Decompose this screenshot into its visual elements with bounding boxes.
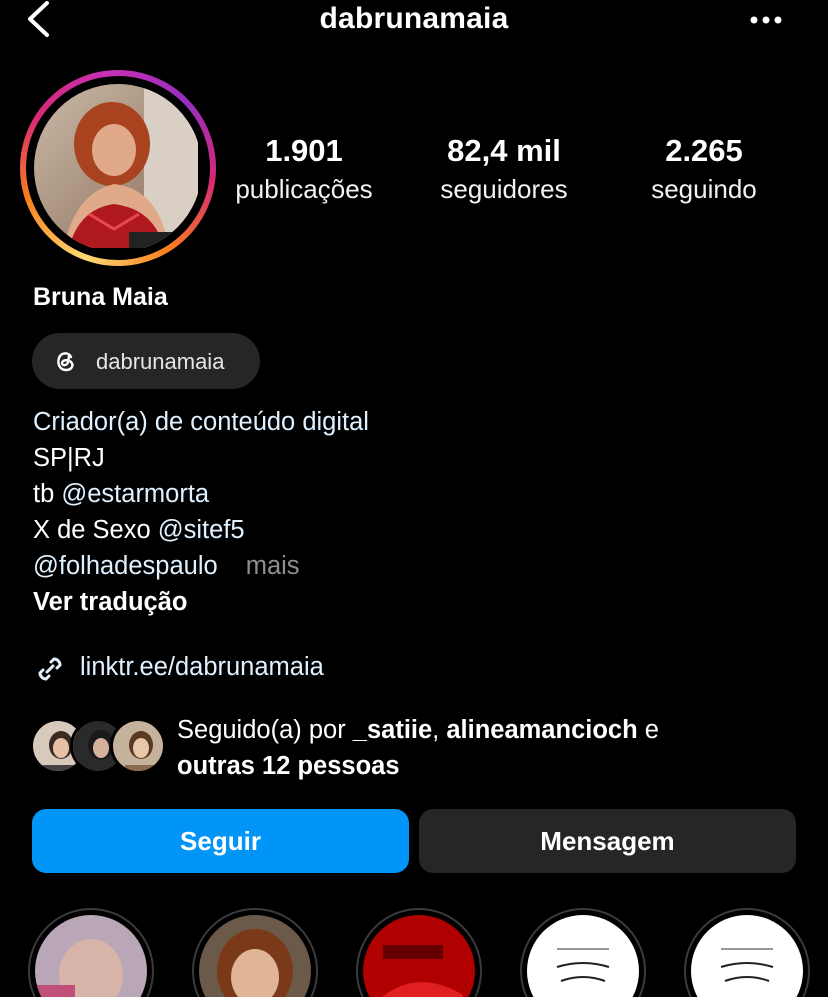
threads-badge[interactable]: dabrunamaia [32, 333, 260, 389]
bio-text: X de Sexo [33, 516, 158, 544]
posts-stat[interactable]: 1.901 publicações [214, 133, 394, 209]
mention-link-estarmorta[interactable]: @estarmorta [61, 480, 209, 508]
story-highlight[interactable] [192, 908, 318, 997]
bio-line-location: SP|RJ [33, 444, 105, 472]
profile-full-name: Bruna Maia [33, 283, 168, 311]
highlight-cover [199, 915, 311, 997]
bio-line-folha: @folhadespaulo mais [33, 548, 369, 584]
avatar [34, 84, 202, 252]
see-translation-link[interactable]: Ver tradução [33, 584, 369, 620]
bio-more-link[interactable]: mais [246, 552, 300, 580]
page-title: dabrunamaia [319, 2, 509, 35]
followed-by-prefix: Seguido(a) por [177, 716, 353, 744]
avatar-frame [26, 76, 210, 260]
mutual-others-count: outras 12 pessoas [177, 752, 400, 780]
followers-label: seguidores [440, 174, 568, 204]
highlight-cover [527, 915, 639, 997]
link-url: linktr.ee/dabrunamaia [80, 653, 324, 681]
highlight-cover [35, 915, 147, 997]
message-button[interactable]: Mensagem [419, 809, 796, 873]
mutual-user-2: alineamancioch [446, 716, 638, 744]
profile-bio: Criador(a) de conteúdo digital SP|RJ tb … [33, 404, 369, 620]
mention-link-folhadespaulo[interactable]: @folhadespaulo [33, 552, 218, 580]
mutual-followers[interactable]: Seguido(a) por _satiie, alineamancioch e… [30, 712, 810, 792]
top-bar: dabrunamaia [0, 0, 828, 44]
threads-icon [57, 352, 74, 372]
bio-category: Criador(a) de conteúdo digital [33, 408, 369, 436]
bio-text: tb [33, 480, 62, 508]
following-count: 2.265 [665, 133, 743, 168]
story-highlight[interactable] [520, 908, 646, 997]
more-horizontal-icon [750, 16, 782, 24]
bio-line-xdesexo: X de Sexo @sitef5 [33, 512, 369, 548]
follow-button[interactable]: Seguir [32, 809, 409, 873]
bio-line-tb: tb @estarmorta [33, 476, 369, 512]
followers-count: 82,4 mil [447, 133, 561, 168]
following-label: seguindo [651, 174, 757, 204]
story-highlight[interactable] [684, 908, 810, 997]
conjunction-text: e [637, 716, 659, 744]
followed-by-text: Seguido(a) por _satiie, alineamancioch e… [177, 712, 777, 784]
threads-handle: dabrunamaia [96, 349, 225, 374]
profile-avatar-story-ring[interactable] [20, 70, 216, 266]
story-highlight[interactable] [28, 908, 154, 997]
mutual-user-1: _satiie [352, 716, 433, 744]
story-highlight[interactable] [356, 908, 482, 997]
posts-count: 1.901 [265, 133, 343, 168]
separator-text: , [432, 716, 447, 744]
mention-link-sitef5[interactable]: @sitef5 [158, 516, 245, 544]
following-stat[interactable]: 2.265 seguindo [614, 133, 794, 209]
mutual-avatar [110, 718, 166, 774]
followers-stat[interactable]: 82,4 mil seguidores [414, 133, 594, 209]
highlight-cover [363, 915, 475, 997]
highlight-cover [691, 915, 803, 997]
link-icon [38, 657, 62, 681]
more-options-button[interactable] [744, 2, 788, 38]
posts-label: publicações [235, 174, 373, 204]
